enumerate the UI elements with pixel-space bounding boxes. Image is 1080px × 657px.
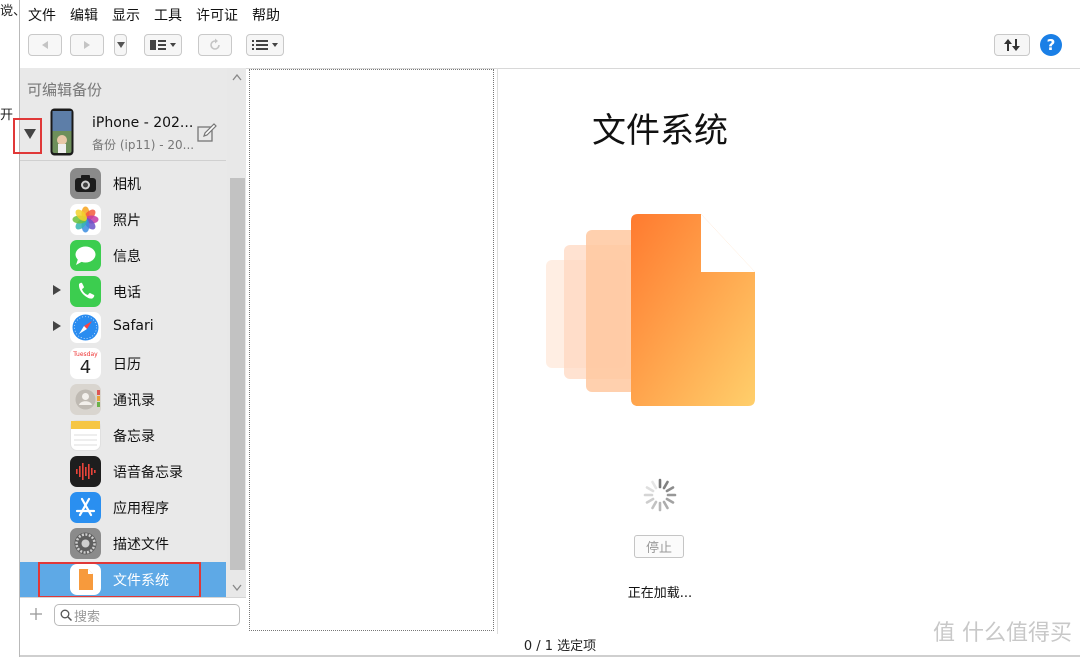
device-subtitle: 备份 (ip11) - 20... <box>92 138 195 152</box>
loading-spinner-icon <box>643 478 677 512</box>
sidebar-item-label: 应用程序 <box>113 501 169 517</box>
menu-file[interactable]: 文件 <box>28 5 56 25</box>
transfer-button[interactable] <box>994 34 1030 56</box>
selection-count: 0 / 1 选定项 <box>523 639 597 654</box>
toolbar: ? <box>20 30 1080 69</box>
help-button[interactable]: ? <box>1040 34 1062 56</box>
app-window: 文件 编辑 显示 工具 许可证 帮助 ? 可编辑备份 iPhone - 202.… <box>13 0 1080 657</box>
menu-help[interactable]: 帮助 <box>252 5 280 25</box>
sidebar-header: 可编辑备份 <box>27 81 103 99</box>
sidebar-item-label: 电话 <box>113 285 141 301</box>
calendar-day-number: 4 <box>79 357 92 378</box>
menu-license[interactable]: 许可证 <box>196 5 238 25</box>
sidebar-item-camera[interactable]: 相机 <box>20 166 226 202</box>
transfer-arrows-icon <box>1004 39 1020 51</box>
iphone-icon <box>50 108 74 156</box>
sidebar-item-calendar[interactable]: Tuesday 4 日历 <box>20 346 226 382</box>
menu-edit[interactable]: 编辑 <box>70 5 98 25</box>
sidebar-item-label: 照片 <box>113 213 141 229</box>
sidebar-scrollbar[interactable] <box>227 68 246 606</box>
notes-icon <box>70 420 101 451</box>
disclosure-triangle-expanded-icon[interactable] <box>23 128 37 140</box>
sidebar-item-phone[interactable]: 电话 <box>20 274 226 310</box>
device-row[interactable]: iPhone - 202... 备份 (ip11) - 20... <box>13 104 226 160</box>
sidebar-item-label: 通讯录 <box>113 393 155 409</box>
pane-splitter[interactable] <box>497 68 498 634</box>
sidebar-item-applications[interactable]: 应用程序 <box>20 490 226 526</box>
voice-memos-icon <box>70 456 101 487</box>
help-icon: ? <box>1046 36 1056 54</box>
grid-view-icon <box>150 40 176 50</box>
refresh-icon <box>210 38 220 50</box>
scroll-down-arrow-icon[interactable] <box>232 584 242 591</box>
sidebar-item-voice-memos[interactable]: 语音备忘录 <box>20 454 226 490</box>
stop-button[interactable]: 停止 <box>634 535 684 558</box>
file-system-illustration <box>546 214 755 406</box>
phone-icon <box>70 276 101 307</box>
edit-icon[interactable] <box>197 123 217 143</box>
scroll-up-arrow-icon[interactable] <box>232 74 242 81</box>
sidebar-item-label: Safari <box>113 318 154 334</box>
sidebar-item-label: 信息 <box>113 249 141 265</box>
content-title: 文件系统 <box>592 111 728 151</box>
sidebar-item-messages[interactable]: 信息 <box>20 238 226 274</box>
menu-bar: 文件 编辑 显示 工具 许可证 帮助 <box>20 0 1080 30</box>
search-icon <box>60 609 72 621</box>
sidebar-item-contacts[interactable]: 通讯录 <box>20 382 226 418</box>
photos-icon <box>70 204 101 235</box>
app-store-icon <box>70 492 101 523</box>
back-arrow-icon <box>42 41 48 49</box>
device-name: iPhone - 202... <box>92 115 194 131</box>
sidebar-item-label: 语音备忘录 <box>113 465 183 481</box>
forward-button[interactable] <box>70 34 104 56</box>
disclosure-triangle-collapsed-icon[interactable] <box>52 284 62 296</box>
sidebar-item-label: 相机 <box>113 177 141 193</box>
list-options-button[interactable] <box>246 34 284 56</box>
view-mode-button[interactable] <box>144 34 182 56</box>
forward-arrow-icon <box>84 41 90 49</box>
loading-status: 正在加载... <box>627 586 693 601</box>
disclosure-triangle-collapsed-icon[interactable] <box>52 320 62 332</box>
sidebar-item-label: 日历 <box>113 357 141 373</box>
highlight-box-file-system <box>38 562 201 598</box>
messages-icon <box>70 240 101 271</box>
sidebar-item-label: 备忘录 <box>113 429 155 445</box>
watermark: 值 什么值得买 <box>933 621 1072 646</box>
calendar-icon: Tuesday 4 <box>70 348 101 379</box>
sidebar-item-photos[interactable]: 照片 <box>20 202 226 238</box>
sidebar-item-notes[interactable]: 备忘录 <box>20 418 226 454</box>
edge-text-mid: 开 <box>0 108 14 123</box>
menu-view[interactable]: 显示 <box>112 5 140 25</box>
history-dropdown-button[interactable] <box>114 34 127 56</box>
search-input[interactable]: 搜索 <box>54 604 240 626</box>
menu-tools[interactable]: 工具 <box>154 5 182 25</box>
sidebar-item-label: 描述文件 <box>113 537 169 553</box>
sidebar-item-profiles[interactable]: 描述文件 <box>20 526 226 562</box>
settings-icon <box>70 528 101 559</box>
divider <box>20 160 226 161</box>
background-window-edge: 谠、 开 <box>0 0 26 657</box>
chevron-down-icon <box>116 42 125 48</box>
sidebar: 可编辑备份 iPhone - 202... 备份 (ip11) - 20... <box>13 68 246 628</box>
list-icon <box>252 40 278 50</box>
back-button[interactable] <box>28 34 62 56</box>
add-icon[interactable] <box>30 608 42 620</box>
scrollbar-thumb[interactable] <box>230 178 245 570</box>
safari-icon <box>70 312 101 343</box>
sidebar-footer: 搜索 <box>20 597 246 630</box>
sidebar-item-safari[interactable]: Safari <box>20 310 226 346</box>
camera-icon <box>70 168 101 199</box>
refresh-button[interactable] <box>198 34 232 56</box>
contacts-icon <box>70 384 101 415</box>
search-placeholder: 搜索 <box>74 610 101 625</box>
file-list-pane[interactable] <box>249 69 494 631</box>
